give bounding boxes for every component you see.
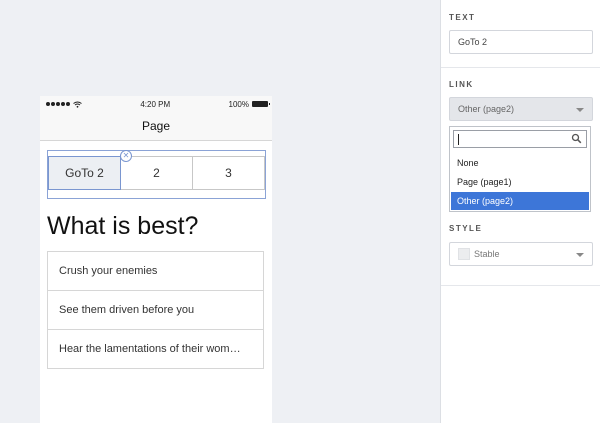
link-select[interactable]: Other (page2): [449, 97, 593, 121]
dropdown-search-input[interactable]: [453, 130, 587, 148]
style-section: STYLE Stable: [441, 212, 600, 286]
dropdown-option-page2[interactable]: Other (page2): [451, 192, 589, 210]
text-cursor: [458, 134, 459, 145]
style-label: STYLE: [449, 224, 483, 233]
heading: What is best?: [47, 212, 199, 240]
signal-icon: [46, 102, 70, 106]
link-dropdown: None Page (page1) Other (page2): [449, 126, 591, 212]
text-input[interactable]: GoTo 2: [449, 30, 593, 54]
segment-2[interactable]: 2: [121, 157, 193, 189]
chevron-down-icon: [576, 108, 584, 112]
battery-percent: 100%: [228, 99, 249, 109]
text-label: TEXT: [449, 13, 476, 22]
nav-bar: Page: [40, 112, 272, 141]
battery-icon: [251, 101, 270, 107]
segment-3[interactable]: 3: [193, 157, 264, 189]
link-label: LINK: [449, 80, 474, 89]
list-item[interactable]: See them driven before you: [48, 291, 263, 330]
status-time: 4:20 PM: [140, 99, 171, 109]
design-canvas: 4:20 PM 100% Page GoTo 2 2 3 ✕ What is b…: [0, 0, 440, 423]
wifi-icon: [73, 101, 82, 108]
segment-1[interactable]: GoTo 2: [48, 156, 121, 190]
dropdown-option-page1[interactable]: Page (page1): [451, 173, 589, 191]
remove-segment-icon[interactable]: ✕: [120, 150, 132, 162]
page-title: Page: [141, 119, 171, 133]
segmented-control[interactable]: GoTo 2 2 3: [48, 156, 265, 190]
style-select[interactable]: Stable: [449, 242, 593, 266]
style-select-value: Stable: [474, 249, 500, 259]
status-bar: 4:20 PM 100%: [40, 96, 272, 112]
link-select-value: Other (page2): [458, 104, 515, 114]
segmented-control-selection[interactable]: GoTo 2 2 3 ✕: [47, 150, 266, 199]
answer-list: Crush your enemies See them driven befor…: [47, 251, 264, 369]
style-swatch: [458, 248, 470, 260]
list-item[interactable]: Hear the lamentations of their wom…: [48, 330, 263, 368]
dropdown-option-none[interactable]: None: [451, 154, 589, 172]
list-item[interactable]: Crush your enemies: [48, 252, 263, 291]
search-icon: [571, 133, 582, 144]
text-section: TEXT GoTo 2: [441, 0, 600, 68]
phone-preview: 4:20 PM 100% Page GoTo 2 2 3 ✕ What is b…: [40, 96, 272, 423]
chevron-down-icon: [576, 253, 584, 257]
